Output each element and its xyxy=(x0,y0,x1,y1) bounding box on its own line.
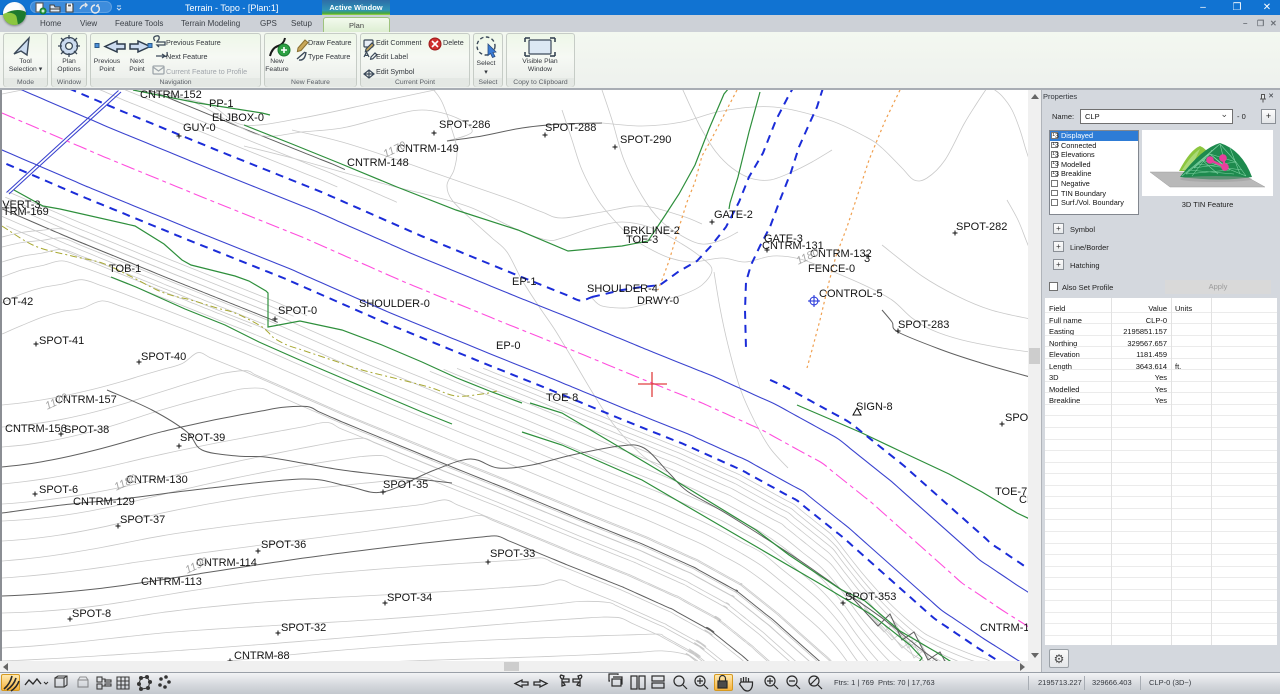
svg-text:TOE-3: TOE-3 xyxy=(626,234,658,246)
svg-text:SPOT-290: SPOT-290 xyxy=(620,134,671,146)
svg-text:SHOULDER-0: SHOULDER-0 xyxy=(359,298,430,310)
svg-text:SPOT-42: SPOT-42 xyxy=(2,296,33,308)
svg-text:CNTRM-152: CNTRM-152 xyxy=(140,90,202,101)
svg-text:TOE-8: TOE-8 xyxy=(546,392,578,404)
svg-text:DRWY-0: DRWY-0 xyxy=(637,295,679,307)
svg-text:SPOT-282: SPOT-282 xyxy=(956,221,1007,233)
svg-text:SPOT-36: SPOT-36 xyxy=(261,539,306,551)
svg-text:EP-0: EP-0 xyxy=(496,340,520,352)
svg-text:SIGN-8: SIGN-8 xyxy=(856,401,893,413)
svg-text:EP-1: EP-1 xyxy=(512,276,536,288)
svg-text:CNTRM-169: CNTRM-169 xyxy=(2,206,49,218)
svg-text:SPOT-352: SPOT-352 xyxy=(1005,412,1028,424)
svg-text:SPOT-40: SPOT-40 xyxy=(141,351,186,363)
svg-text:ELJBOX-0: ELJBOX-0 xyxy=(212,112,264,124)
svg-text:SPOT-38: SPOT-38 xyxy=(64,424,109,436)
svg-text:3: 3 xyxy=(864,253,870,265)
svg-text:SPOT-8: SPOT-8 xyxy=(72,608,111,620)
svg-text:SPOT-32: SPOT-32 xyxy=(281,622,326,634)
svg-text:FENCE-0: FENCE-0 xyxy=(808,263,855,275)
svg-text:SPOT-288: SPOT-288 xyxy=(545,122,596,134)
svg-text:SPOT-33: SPOT-33 xyxy=(490,548,535,560)
svg-text:CNTRM-113: CNTRM-113 xyxy=(141,576,202,588)
svg-text:SPOT-35: SPOT-35 xyxy=(383,479,428,491)
svg-text:GUY-0: GUY-0 xyxy=(183,122,216,134)
svg-text:CNTRM-115: CNTRM-115 xyxy=(980,622,1028,634)
svg-text:SPOT-39: SPOT-39 xyxy=(180,432,225,444)
svg-text:CONTROL-5: CONTROL-5 xyxy=(819,288,883,300)
svg-text:PP-1: PP-1 xyxy=(209,98,233,110)
svg-text:GATE-2: GATE-2 xyxy=(714,209,753,221)
svg-text:CNTRM-148: CNTRM-148 xyxy=(347,157,409,169)
svg-text:SPOT-41: SPOT-41 xyxy=(39,335,84,347)
svg-text:SPOT-34: SPOT-34 xyxy=(387,592,432,604)
svg-text:CNTRM-129: CNTRM-129 xyxy=(73,496,135,508)
svg-text:SPOT-283: SPOT-283 xyxy=(898,319,949,331)
svg-text:CNTRM-156: CNTRM-156 xyxy=(5,423,67,435)
svg-text:TOB-1: TOB-1 xyxy=(109,263,141,275)
svg-text:SPOT-6: SPOT-6 xyxy=(39,484,78,496)
svg-text:SPOT-353: SPOT-353 xyxy=(845,591,896,603)
svg-text:CNTRM-116: CNTRM-116 xyxy=(1019,494,1028,506)
svg-text:CNTRM-88: CNTRM-88 xyxy=(234,650,290,661)
svg-text:SPOT-286: SPOT-286 xyxy=(439,119,490,131)
svg-text:SPOT-37: SPOT-37 xyxy=(120,514,165,526)
svg-text:SPOT-0: SPOT-0 xyxy=(278,305,317,317)
svg-text:SHOULDER-4: SHOULDER-4 xyxy=(587,283,658,295)
